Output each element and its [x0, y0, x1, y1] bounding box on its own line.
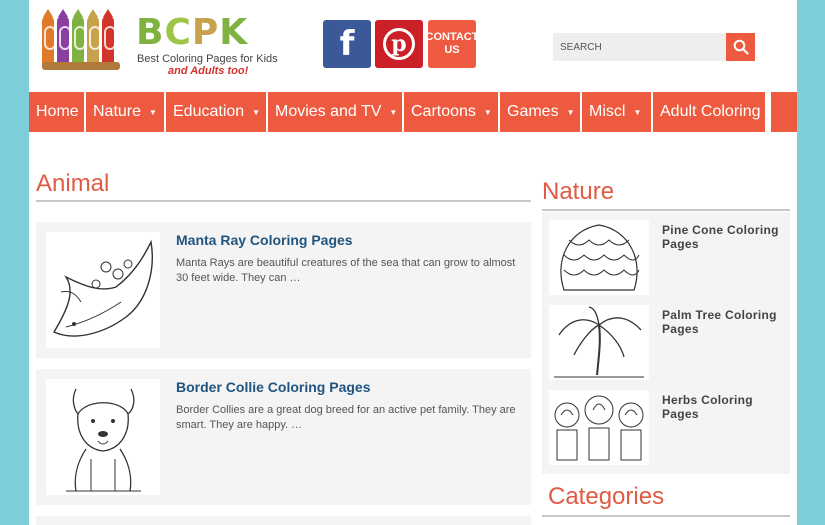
sidebar-item-label[interactable]: Palm Tree Coloring Pages: [662, 308, 784, 336]
post-card[interactable]: Manta Ray Coloring Pages Manta Rays are …: [36, 222, 531, 358]
sidebar-item-label[interactable]: Herbs Coloring Pages: [662, 393, 784, 421]
post-excerpt: Manta Rays are beautiful creatures of th…: [176, 257, 516, 284]
border-collie-image: [66, 388, 141, 492]
pine-cone-image: [560, 224, 640, 291]
contact-label-us: US: [444, 44, 460, 56]
main-nav: Home Nature ▼ Education ▼ Movies and TV ▼ C…: [29, 92, 797, 132]
nav-item-education[interactable]: Education ▼: [166, 92, 266, 132]
post-card[interactable]: [36, 516, 531, 525]
crayon-icon: [72, 9, 86, 68]
page: BCPK Best Coloring Pages for Kids and Ad…: [29, 0, 797, 525]
post-thumbnail[interactable]: [46, 379, 160, 495]
logo-tagline-accent: and Adults too!: [168, 65, 249, 77]
nav-item-miscl[interactable]: Miscl ▼: [582, 92, 651, 132]
crayon-icon: [57, 9, 71, 68]
crayon-icon: [87, 9, 101, 68]
sidebar-item-label[interactable]: Pine Cone Coloring Pages: [662, 223, 784, 251]
manta-ray-image: [52, 239, 153, 337]
facebook-icon: f: [339, 24, 355, 64]
search-input[interactable]: [553, 33, 727, 61]
post-card[interactable]: Border Collie Coloring Pages Border Coll…: [36, 369, 531, 505]
post-title[interactable]: Border Collie Coloring Pages: [176, 379, 370, 395]
sidebar-title-categories: Categories: [548, 483, 665, 510]
caret-down-icon: ▼: [252, 107, 261, 117]
pinterest-icon: p: [383, 28, 415, 60]
section-title-animal: Animal: [36, 170, 110, 197]
search-button[interactable]: [726, 33, 755, 61]
logo-wordmark: BCPK: [136, 12, 249, 53]
sidebar-thumbnail[interactable]: [549, 220, 649, 295]
post-excerpt: Border Collies are a great dog breed for…: [176, 404, 516, 431]
crayon-icon: [102, 9, 116, 68]
facebook-button[interactable]: f: [323, 20, 371, 68]
nav-item-cartoons[interactable]: Cartoons ▼: [404, 92, 498, 132]
caret-down-icon: ▼: [149, 107, 157, 117]
sidebar-divider: [542, 209, 790, 211]
nav-item-movies-and-tv[interactable]: Movies and TV ▼: [268, 92, 402, 132]
nav-item-adult-coloring[interactable]: Adult Coloring: [653, 92, 765, 132]
sidebar-title-nature: Nature: [542, 178, 615, 205]
caret-down-icon: ▼: [389, 107, 398, 117]
post-thumbnail[interactable]: [46, 232, 160, 348]
sidebar-divider: [542, 515, 790, 517]
section-divider: [36, 200, 531, 202]
herbs-image: [554, 395, 644, 461]
caret-down-icon: ▼: [566, 107, 575, 117]
sidebar-thumbnail[interactable]: [549, 305, 649, 380]
nav-item-extra[interactable]: [771, 92, 797, 132]
nav-item-home[interactable]: Home: [29, 92, 84, 132]
site-logo[interactable]: BCPK Best Coloring Pages for Kids and Ad…: [40, 9, 285, 80]
crayon-icon: [42, 9, 56, 68]
nav-item-nature[interactable]: Nature ▼: [86, 92, 164, 132]
contact-label: CONTACT: [425, 31, 479, 43]
logo-tagline: Best Coloring Pages for Kids: [137, 53, 278, 65]
sidebar-nature-list: Pine Cone Coloring Pages Palm Tree Color…: [542, 212, 790, 474]
crayon-box: [42, 62, 120, 70]
sidebar-item-palm-tree[interactable]: Palm Tree Coloring Pages: [549, 305, 784, 382]
search-icon: [733, 39, 749, 55]
caret-down-icon: ▼: [483, 107, 492, 117]
caret-down-icon: ▼: [633, 107, 642, 117]
sidebar-item-pine-cone[interactable]: Pine Cone Coloring Pages: [549, 220, 784, 297]
sidebar-thumbnail[interactable]: [549, 390, 649, 465]
post-title[interactable]: Manta Ray Coloring Pages: [176, 232, 353, 248]
pinterest-button[interactable]: p: [375, 20, 423, 68]
palm-tree-image: [554, 306, 644, 378]
contact-us-button[interactable]: CONTACT US: [425, 20, 479, 68]
nav-item-games[interactable]: Games ▼: [500, 92, 580, 132]
sidebar-item-herbs[interactable]: Herbs Coloring Pages: [549, 390, 784, 467]
